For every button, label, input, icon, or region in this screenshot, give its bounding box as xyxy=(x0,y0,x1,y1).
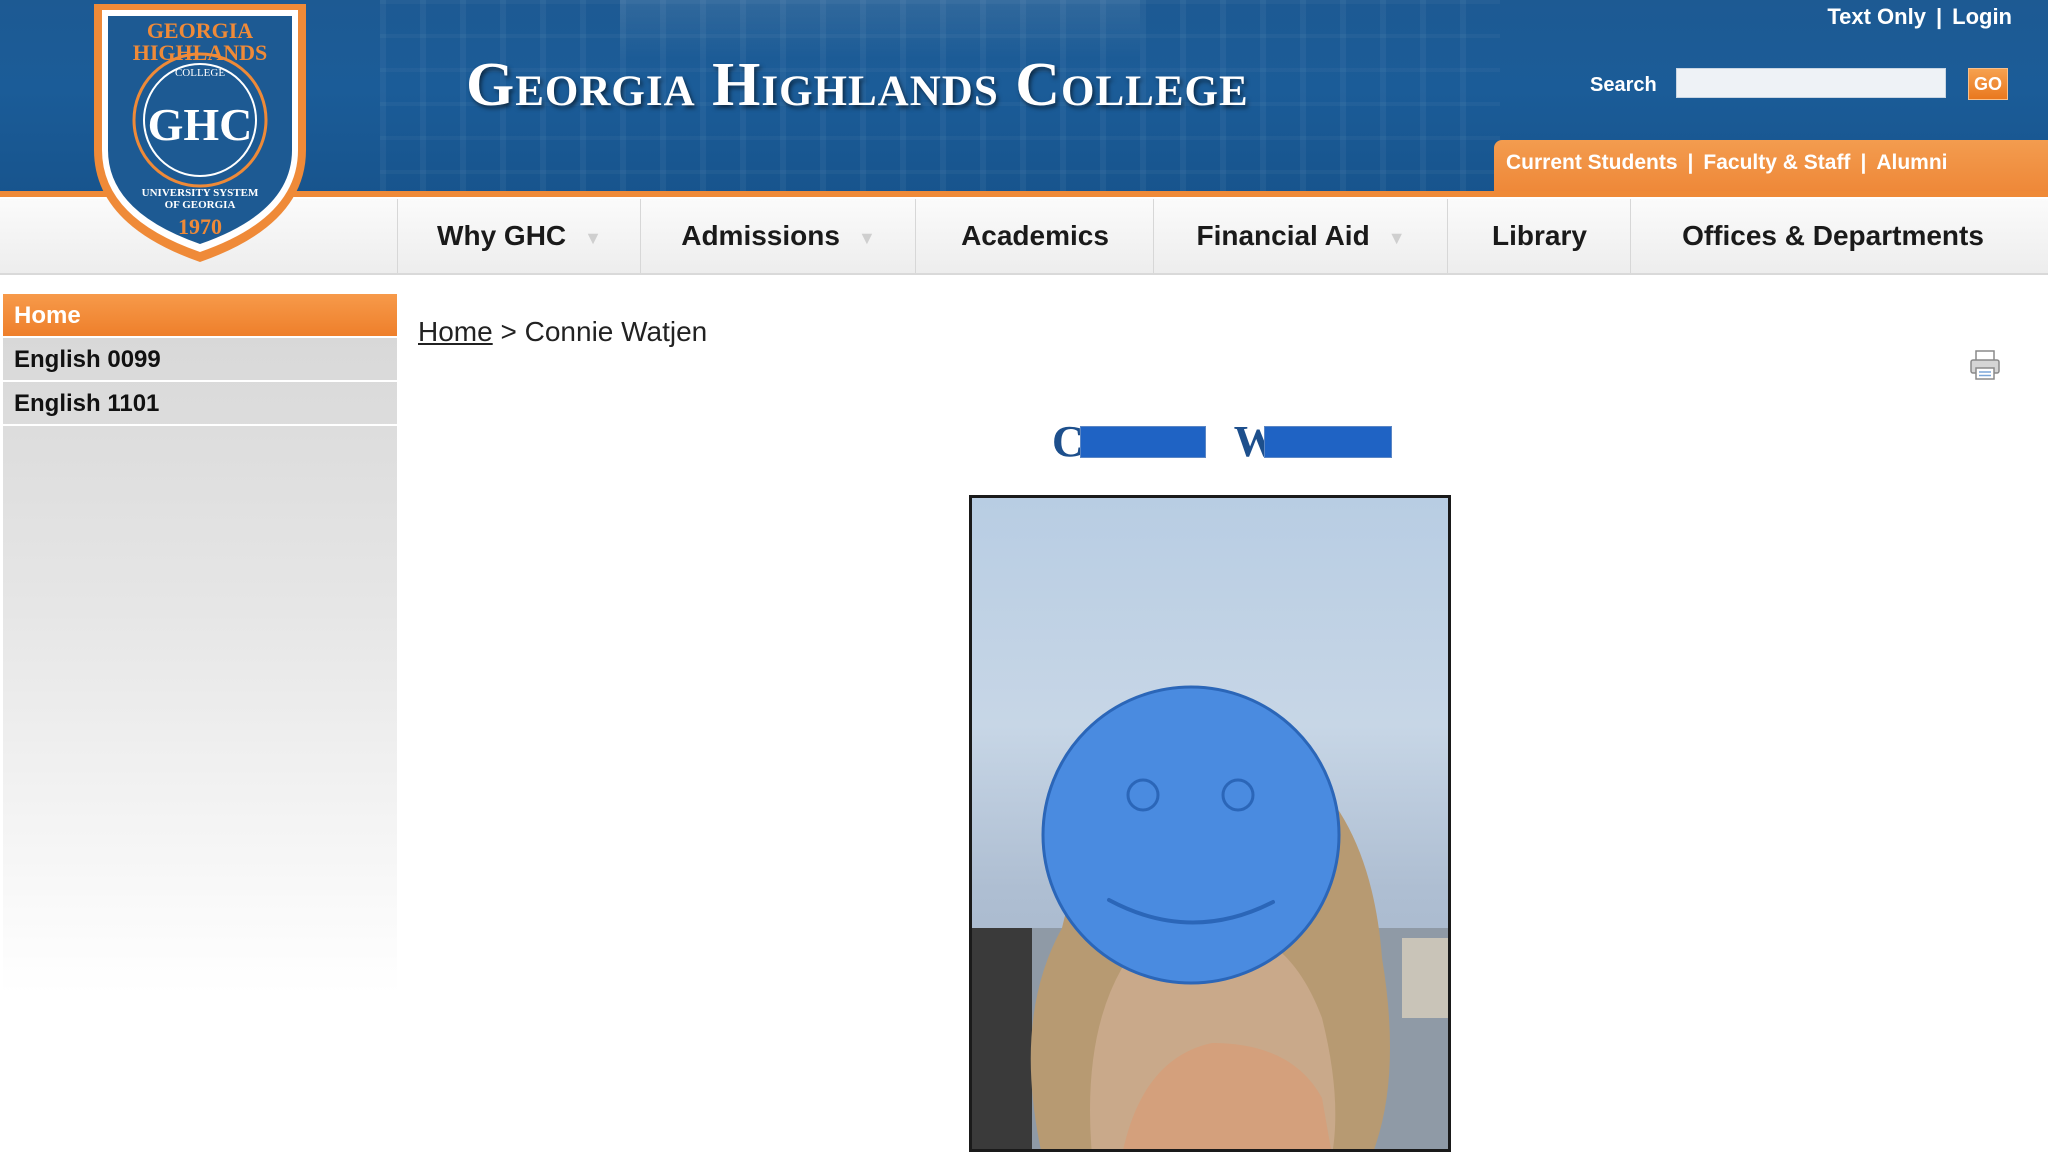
seal-sub-text: COLLEGE xyxy=(175,67,225,79)
sidebar-item-english-1101[interactable]: English 1101 xyxy=(3,382,397,426)
profile-name-initial-1: C xyxy=(1052,417,1084,466)
sidebar: Home English 0099 English 1101 xyxy=(3,294,397,994)
college-seal-logo[interactable]: GEORGIA HIGHLANDS COLLEGE GHC UNIVERSITY… xyxy=(88,0,312,270)
separator: | xyxy=(1935,4,1943,29)
search-label: Search xyxy=(1590,74,1657,96)
nav-academics[interactable]: Academics xyxy=(915,199,1154,273)
faculty-staff-link[interactable]: Faculty & Staff xyxy=(1703,151,1850,174)
profile-photo xyxy=(969,495,1451,1152)
breadcrumb-separator: > xyxy=(500,316,517,347)
chevron-down-icon: ▼ xyxy=(584,227,602,248)
name-redaction-bar xyxy=(1080,426,1206,458)
seal-monogram: GHC xyxy=(148,99,253,150)
college-title: Georgia Highlands College xyxy=(466,51,1249,119)
sidebar-item-english-0099[interactable]: English 0099 xyxy=(3,338,397,382)
current-students-link[interactable]: Current Students xyxy=(1506,151,1678,174)
chevron-down-icon: ▼ xyxy=(1387,227,1406,248)
nav-admissions[interactable]: Admissions ▼ xyxy=(640,199,916,273)
seal-year: 1970 xyxy=(178,214,222,239)
nav-offices-departments[interactable]: Offices & Departments xyxy=(1630,199,2035,273)
sidebar-item-home[interactable]: Home xyxy=(3,294,397,338)
nav-financial-aid[interactable]: Financial Aid ▼ xyxy=(1153,199,1448,273)
login-link[interactable]: Login xyxy=(1952,4,2012,29)
seal-bottom-text-1: UNIVERSITY SYSTEM xyxy=(142,187,259,199)
seal-bottom-text-2: OF GEORGIA xyxy=(165,199,236,211)
nav-library[interactable]: Library xyxy=(1447,199,1631,273)
nav-why-ghc[interactable]: Why GHC ▼ xyxy=(397,199,641,273)
seal-top-text-line-2: HIGHLANDS xyxy=(133,40,267,65)
search-go-button[interactable]: GO xyxy=(1968,68,2008,100)
breadcrumb-home-link[interactable]: Home xyxy=(418,316,493,347)
search-input[interactable] xyxy=(1676,68,1946,98)
audience-links: Current Students | Faculty & Staff | Alumni xyxy=(1506,151,1948,174)
breadcrumb-current: Connie Watjen xyxy=(524,316,708,347)
name-redaction-bar xyxy=(1264,426,1392,458)
print-icon[interactable] xyxy=(1968,348,2002,382)
alumni-link[interactable]: Alumni xyxy=(1876,151,1947,174)
text-only-link[interactable]: Text Only xyxy=(1827,4,1926,29)
utility-links: Text Only | Login xyxy=(1827,4,2012,34)
profile-photo-scene xyxy=(972,685,1448,1149)
smiley-face-icon xyxy=(1041,685,1341,985)
breadcrumb: Home > Connie Watjen xyxy=(418,316,707,348)
chevron-down-icon: ▼ xyxy=(857,227,876,248)
